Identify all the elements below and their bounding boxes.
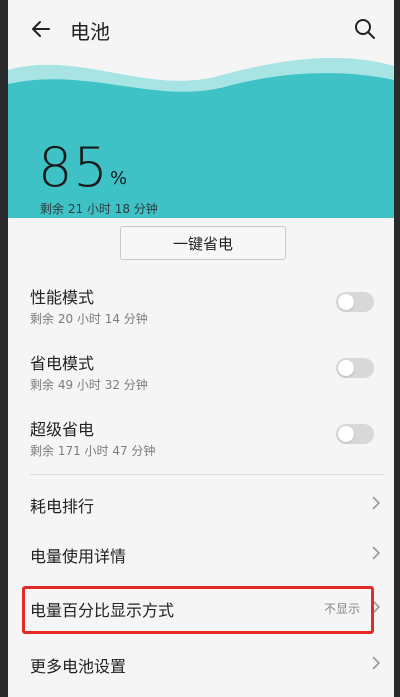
power-saving-mode-toggle[interactable]: [336, 358, 374, 378]
power-saving-mode-item: 省电模式 剩余 49 小时 32 分钟: [30, 350, 384, 406]
mode-title: 超级省电: [30, 420, 95, 439]
more-battery-settings-row[interactable]: 更多电池设置: [30, 642, 384, 686]
device-frame-left: [0, 0, 8, 697]
remaining-time: 剩余 21 小时 18 分钟: [40, 202, 158, 216]
row-label: 耗电排行: [30, 497, 95, 516]
toggle-knob: [338, 294, 354, 310]
battery-status-panel: 85 % 剩余 21 小时 18 分钟: [8, 40, 394, 220]
mode-remaining: 剩余 171 小时 47 分钟: [30, 444, 156, 458]
performance-mode-item: 性能模式 剩余 20 小时 14 分钟: [30, 284, 384, 340]
device-frame-right: [394, 0, 400, 697]
battery-percent: 85: [38, 136, 109, 199]
mode-title: 省电模式: [30, 354, 95, 373]
percent-sign: %: [110, 168, 128, 189]
performance-mode-toggle[interactable]: [336, 292, 374, 312]
mode-remaining: 剩余 49 小时 32 分钟: [30, 378, 148, 392]
row-label: 电量使用详情: [30, 547, 127, 566]
section-divider: [30, 474, 384, 475]
chevron-right-icon: [372, 496, 381, 510]
highlight-annotation-box: [22, 586, 374, 634]
chevron-right-icon: [372, 546, 381, 560]
power-consumption-ranking-row[interactable]: 耗电排行: [30, 482, 384, 526]
power-usage-details-row[interactable]: 电量使用详情: [30, 532, 384, 576]
row-label: 更多电池设置: [30, 657, 127, 676]
mode-remaining: 剩余 20 小时 14 分钟: [30, 312, 148, 326]
mode-title: 性能模式: [30, 288, 95, 307]
chevron-right-icon: [372, 656, 381, 670]
toggle-knob: [338, 426, 354, 442]
ultra-power-saving-item: 超级省电 剩余 171 小时 47 分钟: [30, 416, 384, 472]
one-click-save-button[interactable]: 一键省电: [120, 226, 286, 260]
ultra-power-saving-toggle[interactable]: [336, 424, 374, 444]
toggle-knob: [338, 360, 354, 376]
